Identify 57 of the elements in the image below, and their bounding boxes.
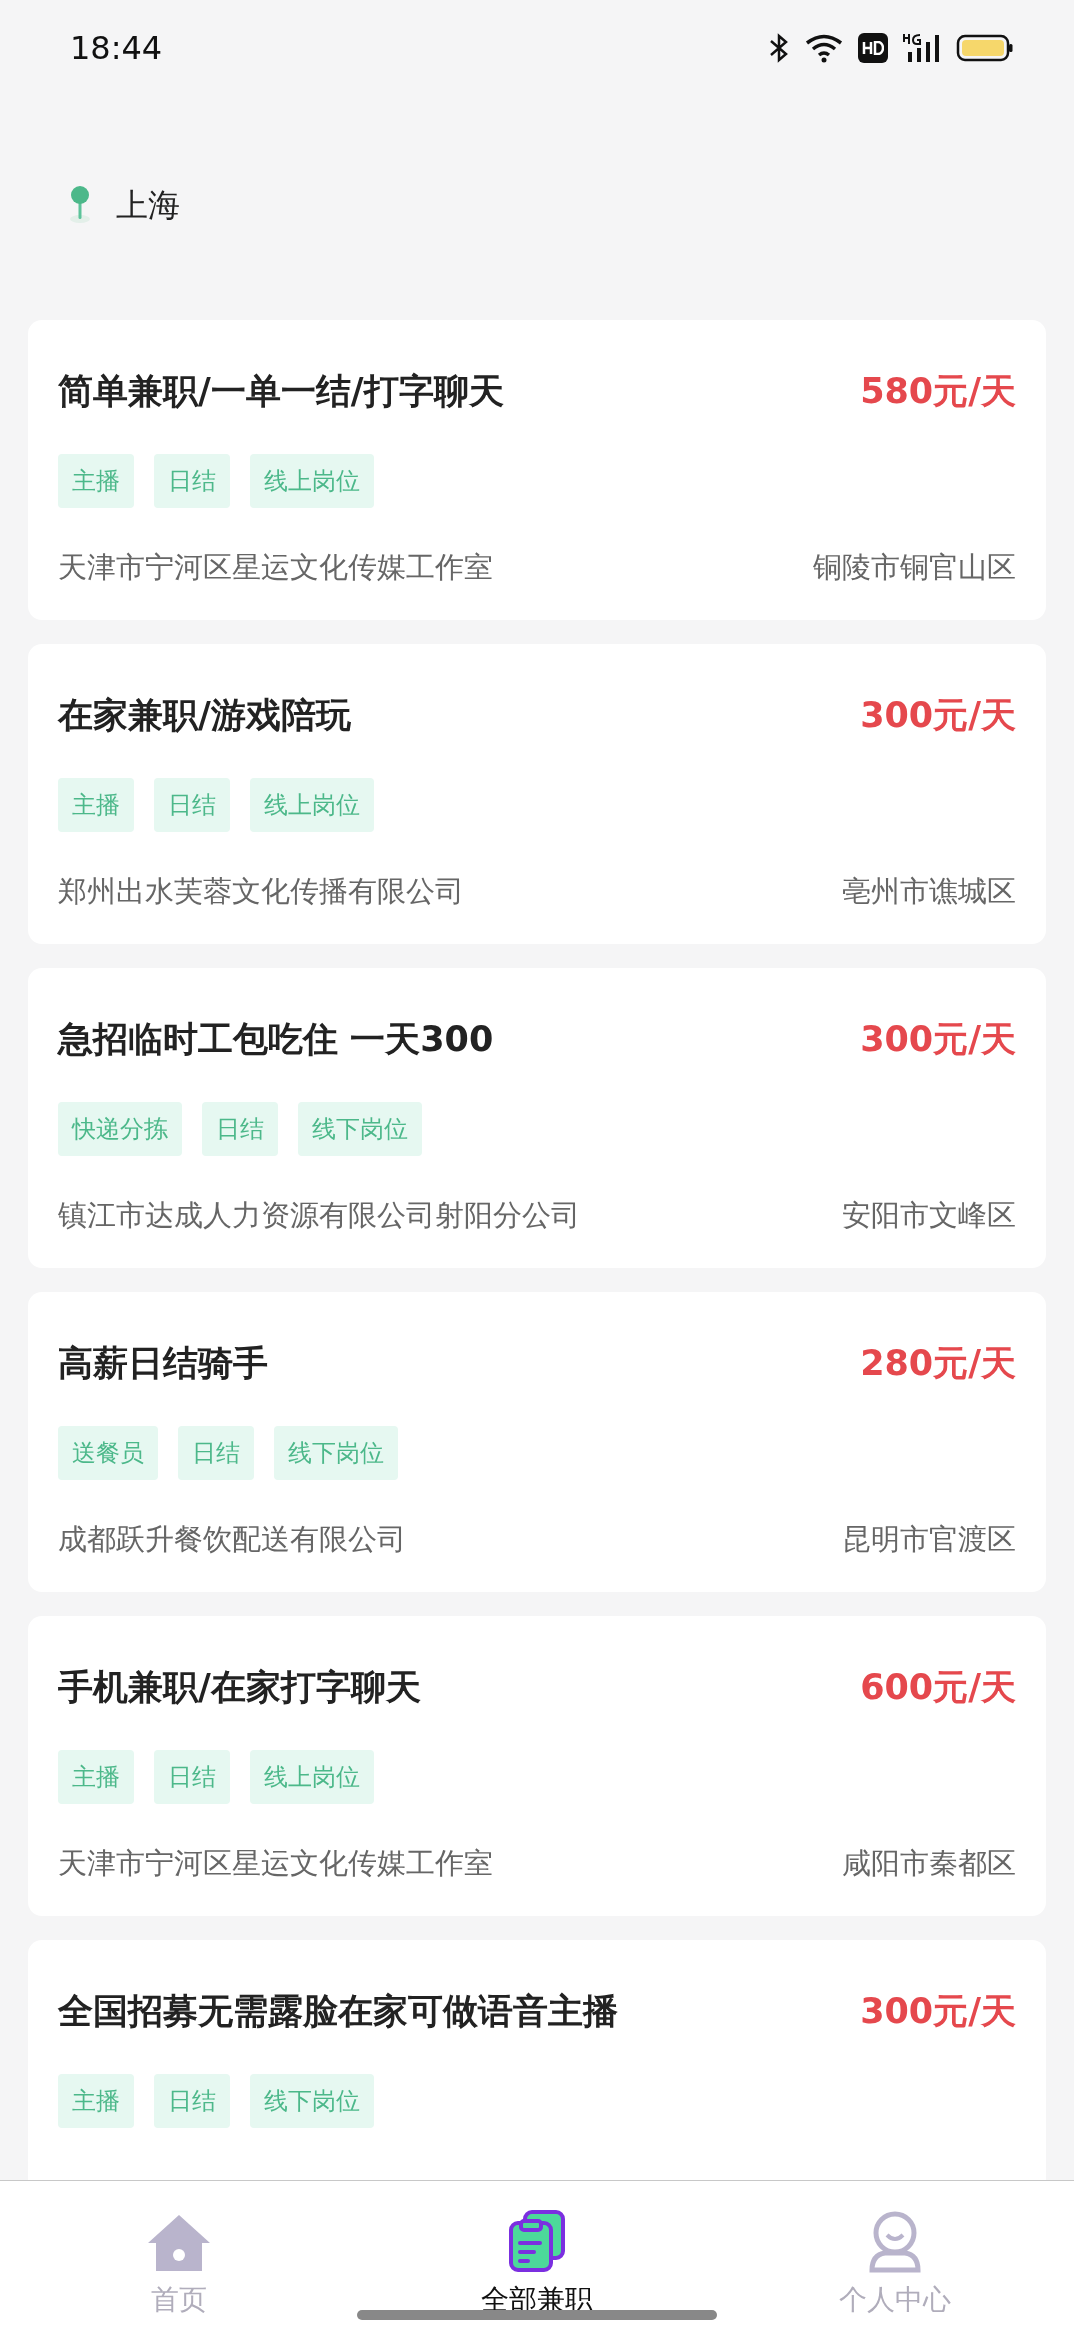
job-tag: 线上岗位 [250,454,374,508]
job-tag: 日结 [202,1102,278,1156]
job-tag: 线上岗位 [250,778,374,832]
job-tag: 线下岗位 [250,2074,374,2128]
job-title: 在家兼职/游戏陪玩 [58,693,351,737]
job-tag: 日结 [154,1750,230,1804]
job-tag: 主播 [58,454,134,508]
bluetooth-icon [768,32,790,63]
job-card[interactable]: 手机兼职/在家打字聊天 600元/天 主播 日结 线上岗位 天津市宁河区星运文化传媒工作室 咸阳市秦都区 [28,1616,1046,1916]
documents-icon [507,2209,567,2273]
job-title: 全国招募无需露脸在家可做语音主播 [58,1989,618,2033]
job-card[interactable]: 在家兼职/游戏陪玩 300元/天 主播 日结 线上岗位 郑州出水芙蓉文化传播有限公司 亳州市谯城区 [28,644,1046,944]
job-location: 亳州市谯城区 [842,873,1016,911]
job-pay: 300元/天 [860,1017,1016,1061]
company-name: 郑州出水芙蓉文化传播有限公司 [58,873,464,911]
job-title: 高薪日结骑手 [58,1341,268,1385]
job-card[interactable]: 高薪日结骑手 280元/天 送餐员 日结 线下岗位 成都跃升餐饮配送有限公司 昆明市官渡区 [28,1292,1046,1592]
job-tag: 主播 [58,2074,134,2128]
location-pin-icon [68,185,92,225]
status-time: 18:44 [70,27,163,69]
job-tag: 日结 [178,1426,254,1480]
location-label: 上海 [116,185,180,225]
job-title: 简单兼职/一单一结/打字聊天 [58,369,504,413]
job-location: 昆明市官渡区 [842,1521,1016,1559]
home-icon [146,2213,212,2273]
job-tag: 送餐员 [58,1426,158,1480]
company-name: 天津市宁河区星运文化传媒工作室 [58,1845,493,1883]
job-pay: 280元/天 [860,1341,1016,1385]
job-pay: 580元/天 [860,369,1016,413]
job-tag: 日结 [154,2074,230,2128]
job-tag: 日结 [154,778,230,832]
job-tag: 日结 [154,454,230,508]
job-card[interactable]: 急招临时工包吃住 一天300 300元/天 快递分拣 日结 线下岗位 镇江市达成人力资源有限公司射阳分公司 安阳市文峰区 [28,968,1046,1268]
job-title: 急招临时工包吃住 一天300 [58,1017,494,1061]
wifi-icon [804,32,844,63]
job-tag: 线下岗位 [298,1102,422,1156]
job-tag: 快递分拣 [58,1102,182,1156]
battery-icon [956,32,1014,63]
job-location: 铜陵市铜官山区 [813,549,1016,587]
job-card[interactable]: 全国招募无需露脸在家可做语音主播 300元/天 主播 日结 线下岗位 [28,1940,1046,2180]
signal-icon [902,31,942,64]
job-tag: 线上岗位 [250,1750,374,1804]
job-pay: 600元/天 [860,1665,1016,1709]
job-card[interactable]: 简单兼职/一单一结/打字聊天 580元/天 主播 日结 线上岗位 天津市宁河区星运文化传媒工作室 铜陵市铜官山区 [28,320,1046,620]
job-location: 安阳市文峰区 [842,1197,1016,1235]
company-name: 成都跃升餐饮配送有限公司 [58,1521,406,1559]
job-pay: 300元/天 [860,1989,1016,2033]
job-tag: 主播 [58,1750,134,1804]
job-tag: 线下岗位 [274,1426,398,1480]
hd-icon [858,32,888,63]
company-name: 天津市宁河区星运文化传媒工作室 [58,549,493,587]
job-location: 咸阳市秦都区 [842,1845,1016,1883]
company-name: 镇江市达成人力资源有限公司射阳分公司 [58,1197,580,1235]
person-icon [867,2211,923,2273]
job-tag: 主播 [58,778,134,832]
job-title: 手机兼职/在家打字聊天 [58,1665,421,1709]
job-pay: 300元/天 [860,693,1016,737]
